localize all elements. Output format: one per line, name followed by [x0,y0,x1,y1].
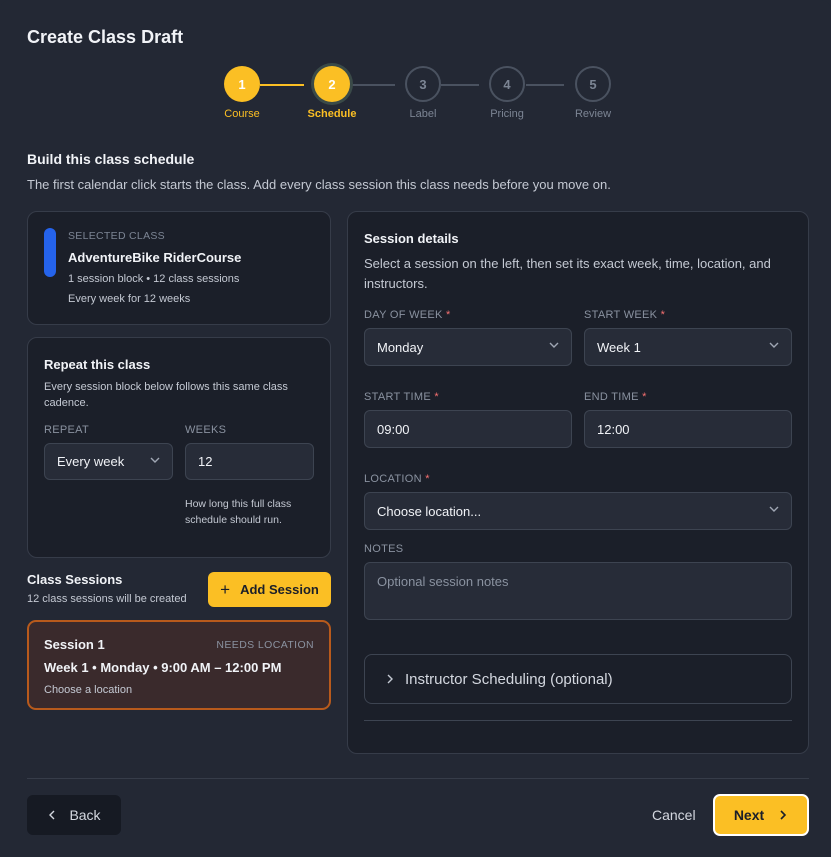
plus-icon: + [220,579,231,599]
step-number: 1 [224,66,260,102]
location-label: LOCATION * [364,473,430,485]
start-time-input[interactable]: 09:00 [364,410,572,448]
chevron-right-icon [387,674,393,684]
start-time-value: 09:00 [377,421,410,437]
location-select[interactable]: Choose location... [364,492,792,530]
section-title: Build this class schedule [27,151,195,167]
step-number: 5 [575,66,611,102]
instructor-scheduling-toggle[interactable]: Instructor Scheduling (optional) [364,654,792,704]
day-of-week-label: DAY OF WEEK * [364,309,451,321]
weeks-value: 12 [198,454,213,469]
step-label: Pricing [490,108,524,120]
create-class-modal: Create Class Draft 1 Course 2 Schedule 3… [0,0,831,857]
weeks-label: WEEKS [185,424,227,436]
session-card[interactable]: Session 1 NEEDS LOCATION Week 1 • Monday… [27,620,331,710]
step-number: 3 [405,66,441,102]
session-details-subtitle: Select a session on the left, then set i… [364,256,771,291]
selected-class-caption: SELECTED CLASS [68,230,165,242]
repeat-select[interactable]: Every week [44,443,173,480]
instructor-scheduling-label: Instructor Scheduling (optional) [405,670,613,688]
next-label: Next [733,807,765,823]
notes-placeholder: Optional session notes [377,574,509,589]
back-button[interactable]: Back [27,795,121,835]
chevron-down-icon [769,506,779,512]
repeat-value: Every week [57,454,125,469]
step-label: Course [224,108,260,120]
weeks-input[interactable]: 12 [185,443,314,480]
status-badge: NEEDS LOCATION [216,639,314,651]
step-pricing[interactable]: 4 Pricing [467,66,547,120]
day-of-week-select[interactable]: Monday [364,328,572,366]
chevron-left-icon [49,810,55,820]
step-label-tab[interactable]: 3 Label [383,66,463,120]
selected-class-card: SELECTED CLASS AdventureBike RiderCourse… [27,211,331,325]
chevron-down-icon [150,457,160,463]
end-time-value: 12:00 [597,421,630,437]
stepper: 1 Course 2 Schedule 3 Label 4 Pricing 5 … [0,66,831,126]
end-time-input[interactable]: 12:00 [584,410,792,448]
session-details-card: Session details Select a session on the … [347,211,809,754]
footer-divider [27,778,809,779]
repeat-label: REPEAT [44,424,89,436]
chevron-down-icon [549,342,559,348]
session-name: Session 1 [44,637,105,652]
step-schedule[interactable]: 2 Schedule [292,66,372,120]
session-time: Week 1 • Monday • 9:00 AM – 12:00 PM [44,660,282,675]
class-sessions-subtitle: 12 class sessions will be created [27,593,187,605]
start-week-select[interactable]: Week 1 [584,328,792,366]
selected-class-name: AdventureBike RiderCourse [68,250,242,265]
cancel-button[interactable]: Cancel [652,807,696,823]
start-week-label: START WEEK * [584,309,666,321]
selected-class-cadence: Every week for 12 weeks [68,293,191,305]
session-location: Choose a location [44,684,133,696]
chevron-right-icon [780,810,787,820]
class-sessions-title: Class Sessions [27,572,123,587]
start-week-value: Week 1 [597,339,641,355]
step-label: Label [409,108,437,120]
session-details-title: Session details [364,231,459,246]
next-button[interactable]: Next [713,794,809,836]
step-number: 2 [314,66,350,102]
start-time-label: START TIME * [364,391,439,403]
back-label: Back [69,807,101,823]
day-of-week-value: Monday [377,339,424,355]
repeat-card: Repeat this class Every session block be… [27,337,331,558]
step-number: 4 [489,66,525,102]
notes-textarea[interactable]: Optional session notes [364,562,792,620]
add-session-label: Add Session [240,582,319,597]
notes-label: NOTES [364,543,404,555]
weeks-hint: How long this full class schedule should… [185,498,292,526]
class-color-bar [44,228,56,277]
modal-title: Create Class Draft [27,27,184,47]
repeat-subtitle: Every session block below follows this s… [44,381,288,409]
location-value: Choose location... [377,503,482,519]
step-course[interactable]: 1 Course [202,66,282,120]
step-label: Schedule [307,108,357,120]
step-label: Review [574,108,612,120]
add-session-button[interactable]: + Add Session [208,572,331,607]
selected-class-meta: 1 session block • 12 class sessions [68,273,240,285]
repeat-title: Repeat this class [44,357,151,372]
chevron-down-icon [769,342,779,348]
step-review[interactable]: 5 Review [553,66,633,120]
end-time-label: END TIME * [584,391,647,403]
section-subtitle: The first calendar click starts the clas… [27,177,611,192]
divider [364,720,792,721]
